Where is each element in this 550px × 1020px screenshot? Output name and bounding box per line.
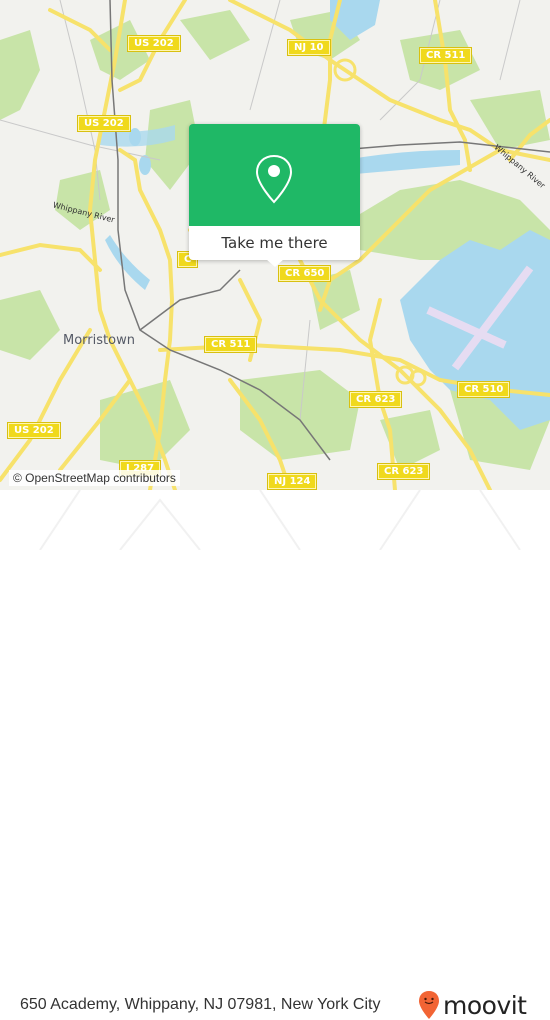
place-label-morristown: Morristown	[63, 333, 135, 348]
route-shield: US 202	[127, 35, 181, 52]
route-shield: NJ 124	[266, 473, 318, 490]
popup-header	[189, 124, 360, 226]
popup-pointer	[266, 259, 284, 267]
route-shield: US 202	[7, 422, 61, 439]
location-popup: Take me there	[189, 124, 360, 267]
route-shield: CR 510	[456, 381, 511, 398]
address-text: 650 Academy, Whippany, NJ 07981, New Yor…	[20, 996, 381, 1013]
route-shield: CR 623	[376, 463, 431, 480]
route-shield: US 202	[77, 115, 131, 132]
route-shield: CR 623	[348, 391, 403, 408]
location-pin-icon	[255, 154, 293, 204]
route-shield: CR 511	[203, 336, 258, 353]
take-me-there-button[interactable]: Take me there	[189, 226, 360, 260]
footer: 650 Academy, Whippany, NJ 07981, New Yor…	[0, 490, 550, 1020]
map-canvas[interactable]: US 202 US 202 NJ 10 CR 511 CR 650 CR 511…	[0, 0, 550, 490]
brand-wordmark: moovit	[443, 990, 527, 1020]
moovit-logo[interactable]: moovit	[418, 990, 527, 1020]
route-shield: NJ 10	[287, 39, 331, 56]
route-shield: CR 650	[277, 265, 332, 282]
footer-background-pattern	[39, 490, 521, 550]
map-attribution[interactable]: © OpenStreetMap contributors	[9, 470, 180, 486]
moovit-pin-icon	[419, 991, 439, 1019]
route-shield: CR 511	[418, 47, 473, 64]
